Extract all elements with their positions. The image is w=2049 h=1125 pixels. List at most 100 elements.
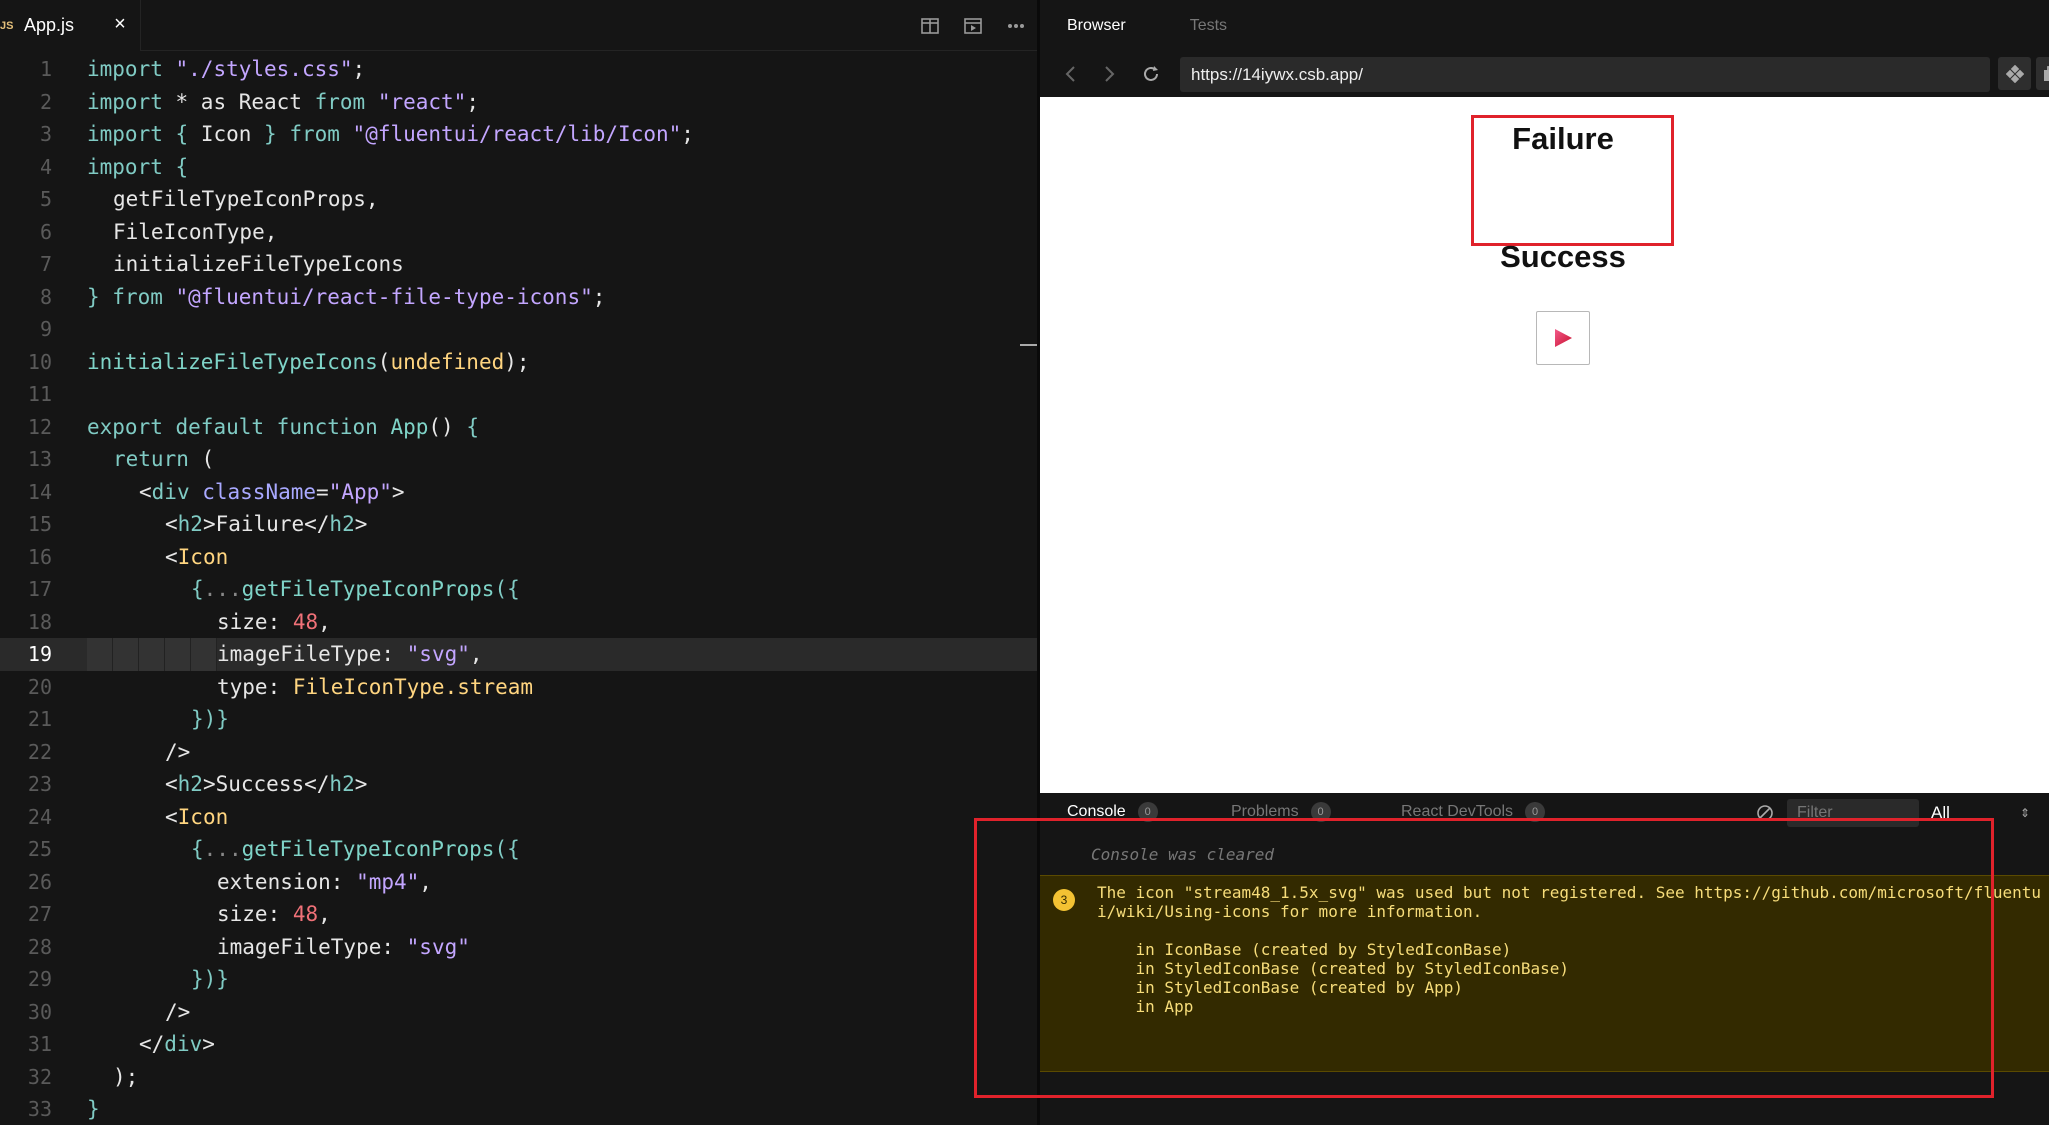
- line-number: 22: [27, 739, 52, 764]
- line-number: 5: [39, 187, 52, 212]
- clear-console-icon[interactable]: [1756, 804, 1774, 822]
- tab-console[interactable]: Console 0: [1067, 802, 1158, 822]
- scrollbar-marker[interactable]: [1020, 344, 1037, 346]
- code-line: 10 initializeFileTypeIcons(undefined);: [0, 346, 1037, 379]
- tab-react-devtools[interactable]: React DevTools 0: [1401, 802, 1546, 822]
- line-number: 25: [27, 837, 52, 862]
- line-number: 10: [27, 349, 52, 374]
- code-line: 7 initializeFileTypeIcons: [0, 248, 1037, 281]
- line-text: <Icon: [165, 804, 229, 829]
- line-text: getFileTypeIconProps,: [113, 187, 379, 212]
- indent-guides: [87, 638, 217, 671]
- line-number: 31: [27, 1032, 52, 1057]
- console-cleared-message: Console was cleared: [1091, 845, 1275, 864]
- line-text: <Icon: [165, 544, 229, 569]
- code-line: 13 return (: [0, 443, 1037, 476]
- line-number: 13: [27, 447, 52, 472]
- console-filter-input[interactable]: [1787, 799, 1919, 827]
- forward-icon[interactable]: [1096, 60, 1124, 88]
- devtools-count-badge: 0: [1525, 802, 1546, 822]
- line-number: 12: [27, 414, 52, 439]
- line-text: FileIconType,: [113, 219, 278, 244]
- line-text: />: [165, 999, 191, 1024]
- tab-tests[interactable]: Tests: [1190, 17, 1227, 35]
- code-line: 11: [0, 378, 1037, 411]
- code-line: 27 size: 48,: [0, 898, 1037, 931]
- code-line: 22 />: [0, 736, 1037, 769]
- line-number: 16: [27, 544, 52, 569]
- line-number: 24: [27, 804, 52, 829]
- line-text: size: 48,: [217, 609, 331, 634]
- open-new-window-icon[interactable]: [2036, 57, 2049, 90]
- line-number: 32: [27, 1064, 52, 1089]
- refresh-icon[interactable]: [1137, 60, 1165, 88]
- line-text: })}: [191, 967, 229, 992]
- preview-icon[interactable]: [951, 0, 994, 51]
- code-line: 23 <h2>Success</h2>: [0, 768, 1037, 801]
- line-number: 28: [27, 934, 52, 959]
- line-number: 19: [27, 642, 52, 667]
- line-text: />: [165, 739, 191, 764]
- tab-console-label: Console: [1067, 803, 1126, 820]
- line-text: <h2>Failure</h2>: [165, 512, 368, 537]
- tab-app-js[interactable]: JS App.js ×: [0, 0, 141, 51]
- code-line: 5 getFileTypeIconProps,: [0, 183, 1037, 216]
- line-text: {...getFileTypeIconProps({: [191, 837, 520, 862]
- code-line: 4 import {: [0, 151, 1037, 184]
- code-line: 25 {...getFileTypeIconProps({: [0, 833, 1037, 866]
- line-number: 17: [27, 577, 52, 602]
- code-line: 29 })}: [0, 963, 1037, 996]
- tab-problems-label: Problems: [1231, 803, 1299, 820]
- code-line: 14 <div className="App">: [0, 476, 1037, 509]
- js-file-icon: JS: [0, 19, 14, 32]
- warning-text-line: The icon "stream48_1.5x_svg" was used bu…: [1097, 883, 2042, 902]
- browser-viewport[interactable]: Failure Success: [1040, 97, 2049, 793]
- tab-browser[interactable]: Browser: [1067, 17, 1126, 35]
- chevron-updown-icon: ⇕: [2019, 806, 2030, 820]
- line-text: import * as React from "react";: [87, 89, 479, 114]
- console-tabs: Console 0 Problems 0 React DevTools 0 Al…: [1040, 793, 2049, 831]
- line-text: } from "@fluentui/react-file-type-icons"…: [87, 284, 606, 309]
- log-level-select[interactable]: All ⇕: [1931, 799, 2036, 827]
- log-level-value: All: [1931, 803, 1950, 822]
- code-line: 28 imageFileType: "svg": [0, 931, 1037, 964]
- code-line: 24 <Icon: [0, 801, 1037, 834]
- video-file-icon: [1536, 311, 1590, 365]
- line-number: 23: [27, 772, 52, 797]
- line-text: import { Icon } from "@fluentui/react/li…: [87, 122, 694, 147]
- url-input[interactable]: https://14iywx.csb.app/: [1180, 57, 1990, 92]
- line-number: 7: [39, 252, 52, 277]
- line-number: 20: [27, 674, 52, 699]
- tab-label: App.js: [24, 15, 75, 35]
- tab-problems[interactable]: Problems 0: [1231, 802, 1331, 822]
- line-number: 30: [27, 999, 52, 1024]
- line-text: extension: "mp4",: [217, 869, 432, 894]
- heading-failure: Failure: [1512, 121, 1614, 156]
- devtools-icon[interactable]: [1998, 57, 2031, 90]
- line-text: }: [87, 1097, 100, 1122]
- more-icon[interactable]: [994, 0, 1037, 51]
- preview-tabs: Browser Tests: [1040, 0, 2049, 51]
- code-editor[interactable]: JS App.js × 1 import "./styles.css"; 2 i…: [0, 0, 1037, 1125]
- warning-stack-line: in App: [1097, 997, 1194, 1016]
- code-line: 17 {...getFileTypeIconProps({: [0, 573, 1037, 606]
- line-number: 26: [27, 869, 52, 894]
- split-editor-icon[interactable]: [908, 0, 951, 51]
- line-text: initializeFileTypeIcons(undefined);: [87, 349, 530, 374]
- line-text: type: FileIconType.stream: [217, 674, 534, 699]
- code-line: 18 size: 48,: [0, 606, 1037, 639]
- code-line-active: 19 imageFileType: "svg",: [0, 638, 1037, 671]
- close-tab-icon[interactable]: ×: [110, 13, 130, 36]
- line-number: 2: [39, 89, 52, 114]
- code-line: 12 export default function App() {: [0, 411, 1037, 444]
- line-text: })}: [191, 707, 229, 732]
- code-line: 30 />: [0, 996, 1037, 1029]
- line-number: 6: [39, 219, 52, 244]
- code-area[interactable]: 1 import "./styles.css"; 2 import * as R…: [0, 51, 1037, 1125]
- code-line: 2 import * as React from "react";: [0, 86, 1037, 119]
- back-icon[interactable]: [1056, 60, 1084, 88]
- line-number: 15: [27, 512, 52, 537]
- code-line: 9: [0, 313, 1037, 346]
- warning-stack-line: in StyledIconBase (created by StyledIcon…: [1097, 959, 1570, 978]
- code-line: 21 })}: [0, 703, 1037, 736]
